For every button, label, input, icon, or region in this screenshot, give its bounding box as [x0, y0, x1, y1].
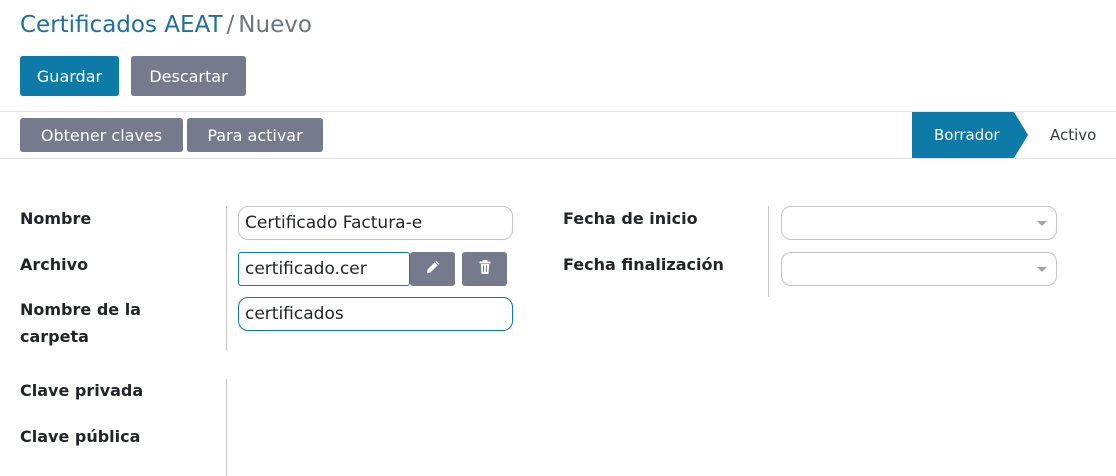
caret-down-icon: [1037, 221, 1047, 226]
end-date-select[interactable]: [781, 252, 1057, 286]
private-key-label: Clave privada: [20, 381, 144, 400]
name-label: Nombre: [20, 209, 92, 228]
start-date-select[interactable]: [781, 206, 1057, 240]
status-stage-draft[interactable]: Borrador: [912, 112, 1028, 158]
breadcrumb-current: Nuevo: [238, 12, 312, 38]
field-separator: [226, 379, 227, 476]
delete-file-button[interactable]: [462, 252, 507, 286]
caret-down-icon: [1037, 267, 1047, 272]
status-stage-active[interactable]: Activo: [1050, 112, 1096, 158]
file-input[interactable]: certificado.cer: [238, 252, 410, 286]
breadcrumb: Certificados AEAT / Nuevo: [20, 10, 312, 40]
folder-label-line1: Nombre de la: [20, 300, 141, 319]
file-label: Archivo: [20, 255, 89, 274]
public-key-label: Clave pública: [20, 427, 141, 446]
divider: [0, 158, 1116, 159]
folder-input[interactable]: certificados: [238, 297, 513, 331]
get-keys-button[interactable]: Obtener claves: [20, 118, 183, 152]
folder-label-line2: carpeta: [20, 327, 89, 346]
field-separator: [768, 206, 769, 297]
activate-button[interactable]: Para activar: [187, 118, 323, 152]
field-separator: [226, 206, 227, 351]
breadcrumb-separator: /: [226, 12, 235, 38]
breadcrumb-parent-link[interactable]: Certificados AEAT: [20, 12, 223, 38]
start-date-label: Fecha de inicio: [563, 209, 698, 228]
pencil-icon: [425, 259, 441, 279]
edit-file-button[interactable]: [410, 252, 455, 286]
discard-button[interactable]: Descartar: [131, 56, 246, 96]
end-date-label: Fecha finalización: [563, 255, 724, 274]
divider: [0, 111, 1116, 112]
trash-icon: [477, 259, 493, 279]
save-button[interactable]: Guardar: [20, 56, 119, 96]
name-input[interactable]: Certificado Factura-e: [238, 206, 513, 240]
